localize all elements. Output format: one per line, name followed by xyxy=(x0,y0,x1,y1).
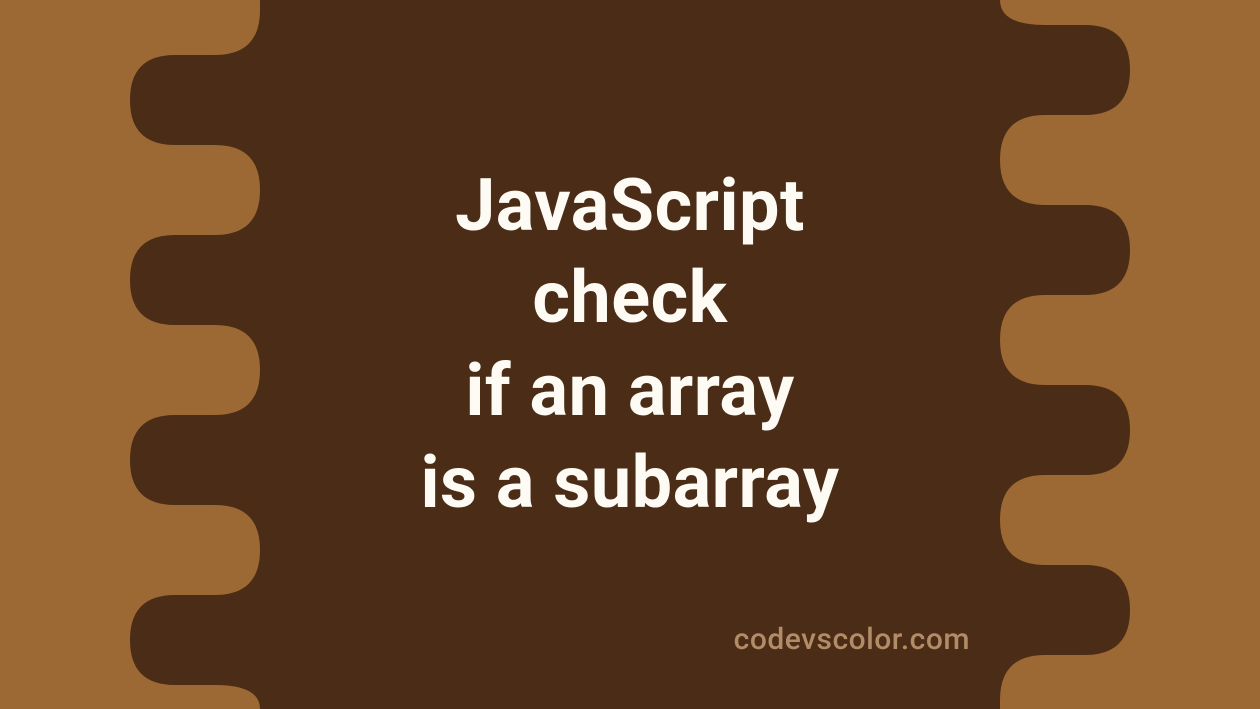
title-line-2: check xyxy=(532,255,727,340)
watermark-text: codevscolor.com xyxy=(734,622,970,657)
title-line-1: JavaScript xyxy=(455,163,805,248)
main-title: JavaScript check if an array is a subarr… xyxy=(420,160,839,529)
title-line-4: is a subarray xyxy=(420,440,839,525)
title-line-3: if an array xyxy=(465,348,794,433)
content-container: JavaScript check if an array is a subarr… xyxy=(0,0,1260,709)
